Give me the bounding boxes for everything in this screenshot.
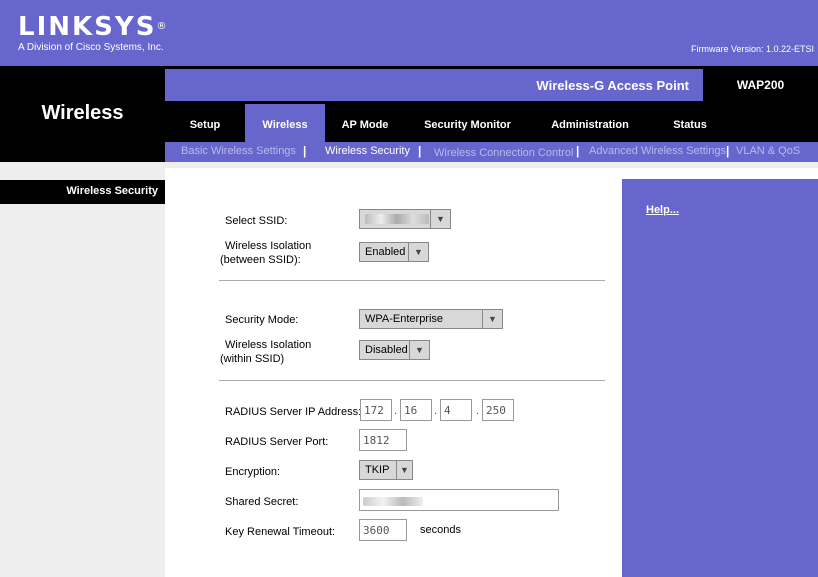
chevron-down-icon: ▼	[430, 210, 450, 228]
submenu-separator: |	[726, 144, 730, 158]
chevron-down-icon: ▼	[396, 461, 412, 479]
menu-item-status[interactable]: Status	[660, 104, 720, 142]
encryption-label: Encryption:	[225, 466, 281, 478]
firmware-version: Firmware Version: 1.0.22-ETSI	[690, 44, 814, 54]
submenu-wireless-security[interactable]: Wireless Security	[325, 145, 410, 157]
security-mode-value: WPA-Enterprise	[365, 313, 444, 325]
isolation-between-label-2: (between SSID):	[220, 254, 301, 266]
submenu-vlan-qos[interactable]: VLAN & QoS	[736, 145, 800, 157]
ip-separator: .	[394, 405, 398, 417]
isolation-between-value: Enabled	[365, 246, 406, 258]
ssid-value-obscured	[365, 213, 429, 225]
radius-ip-octet-1[interactable]: 172	[360, 399, 392, 421]
divider	[219, 380, 605, 381]
submenu-separator: |	[418, 144, 422, 158]
main-menu: Setup Wireless AP Mode Security Monitor …	[165, 104, 818, 142]
key-renewal-unit: seconds	[420, 524, 461, 536]
encryption-value: TKIP	[365, 464, 390, 476]
ip-separator: .	[434, 405, 438, 417]
menu-item-wireless[interactable]: Wireless	[245, 104, 325, 142]
content-top-strip	[165, 162, 818, 168]
top-header: LINKSYS® A Division of Cisco Systems, In…	[0, 0, 818, 66]
logo-text: LINKSYS	[18, 12, 157, 42]
ssid-label: Select SSID:	[225, 215, 288, 227]
left-panel-title: Wireless Security	[0, 180, 165, 204]
section-title: Wireless	[41, 102, 124, 124]
menu-item-ap-mode[interactable]: AP Mode	[325, 104, 405, 142]
submenu-separator: |	[576, 144, 580, 158]
shared-secret-label: Shared Secret:	[225, 496, 299, 508]
chevron-down-icon: ▼	[408, 243, 428, 261]
radius-ip-octet-4[interactable]: 250	[482, 399, 514, 421]
radius-port-input[interactable]: 1812	[359, 429, 407, 451]
registered-mark: ®	[156, 21, 169, 32]
submenu-basic-wireless-settings[interactable]: Basic Wireless Settings	[181, 145, 296, 157]
obscured-text	[363, 496, 423, 506]
obscured-text	[365, 214, 429, 225]
radius-port-label: RADIUS Server Port:	[225, 436, 329, 448]
help-panel	[622, 179, 818, 577]
chevron-down-icon: ▼	[482, 310, 502, 328]
menu-item-setup[interactable]: Setup	[165, 104, 245, 142]
key-renewal-label: Key Renewal Timeout:	[225, 526, 336, 538]
submenu-separator: |	[303, 144, 307, 158]
encryption-select[interactable]: TKIP ▼	[359, 460, 413, 480]
help-link[interactable]: Help...	[646, 204, 679, 216]
chevron-down-icon: ▼	[409, 341, 429, 359]
security-mode-select[interactable]: WPA-Enterprise ▼	[359, 309, 503, 329]
shared-secret-input[interactable]	[359, 489, 559, 511]
menu-item-security-monitor[interactable]: Security Monitor	[410, 104, 525, 142]
key-renewal-input[interactable]: 3600	[359, 519, 407, 541]
isolation-within-label-2: (within SSID)	[220, 353, 285, 365]
model-name: WAP200	[736, 78, 785, 92]
security-mode-label: Security Mode:	[225, 314, 299, 326]
product-name: Wireless-G Access Point	[536, 78, 689, 93]
submenu-wireless-connection-control[interactable]: Wireless Connection Control	[434, 147, 573, 159]
ssid-select[interactable]: ▼	[359, 209, 451, 229]
isolation-within-value: Disabled	[365, 344, 408, 356]
logo-subtitle: A Division of Cisco Systems, Inc.	[18, 42, 164, 53]
isolation-between-label-1: Wireless Isolation	[225, 240, 312, 252]
product-bar: Wireless-G Access Point	[165, 69, 703, 101]
left-panel	[0, 162, 165, 577]
divider	[219, 280, 605, 281]
submenu-advanced-wireless-settings[interactable]: Advanced Wireless Settings	[589, 145, 726, 157]
linksys-logo: LINKSYS® A Division of Cisco Systems, In…	[18, 14, 168, 53]
radius-ip-label: RADIUS Server IP Address:	[225, 406, 362, 418]
ip-separator: .	[476, 405, 480, 417]
isolation-within-label-1: Wireless Isolation	[225, 339, 312, 351]
sub-menu: Basic Wireless Settings | Wireless Secur…	[165, 142, 818, 162]
radius-ip-octet-3[interactable]: 4	[440, 399, 472, 421]
isolation-within-select[interactable]: Disabled ▼	[359, 340, 430, 360]
radius-ip-octet-2[interactable]: 16	[400, 399, 432, 421]
menu-item-administration[interactable]: Administration	[535, 104, 645, 142]
isolation-between-select[interactable]: Enabled ▼	[359, 242, 429, 262]
